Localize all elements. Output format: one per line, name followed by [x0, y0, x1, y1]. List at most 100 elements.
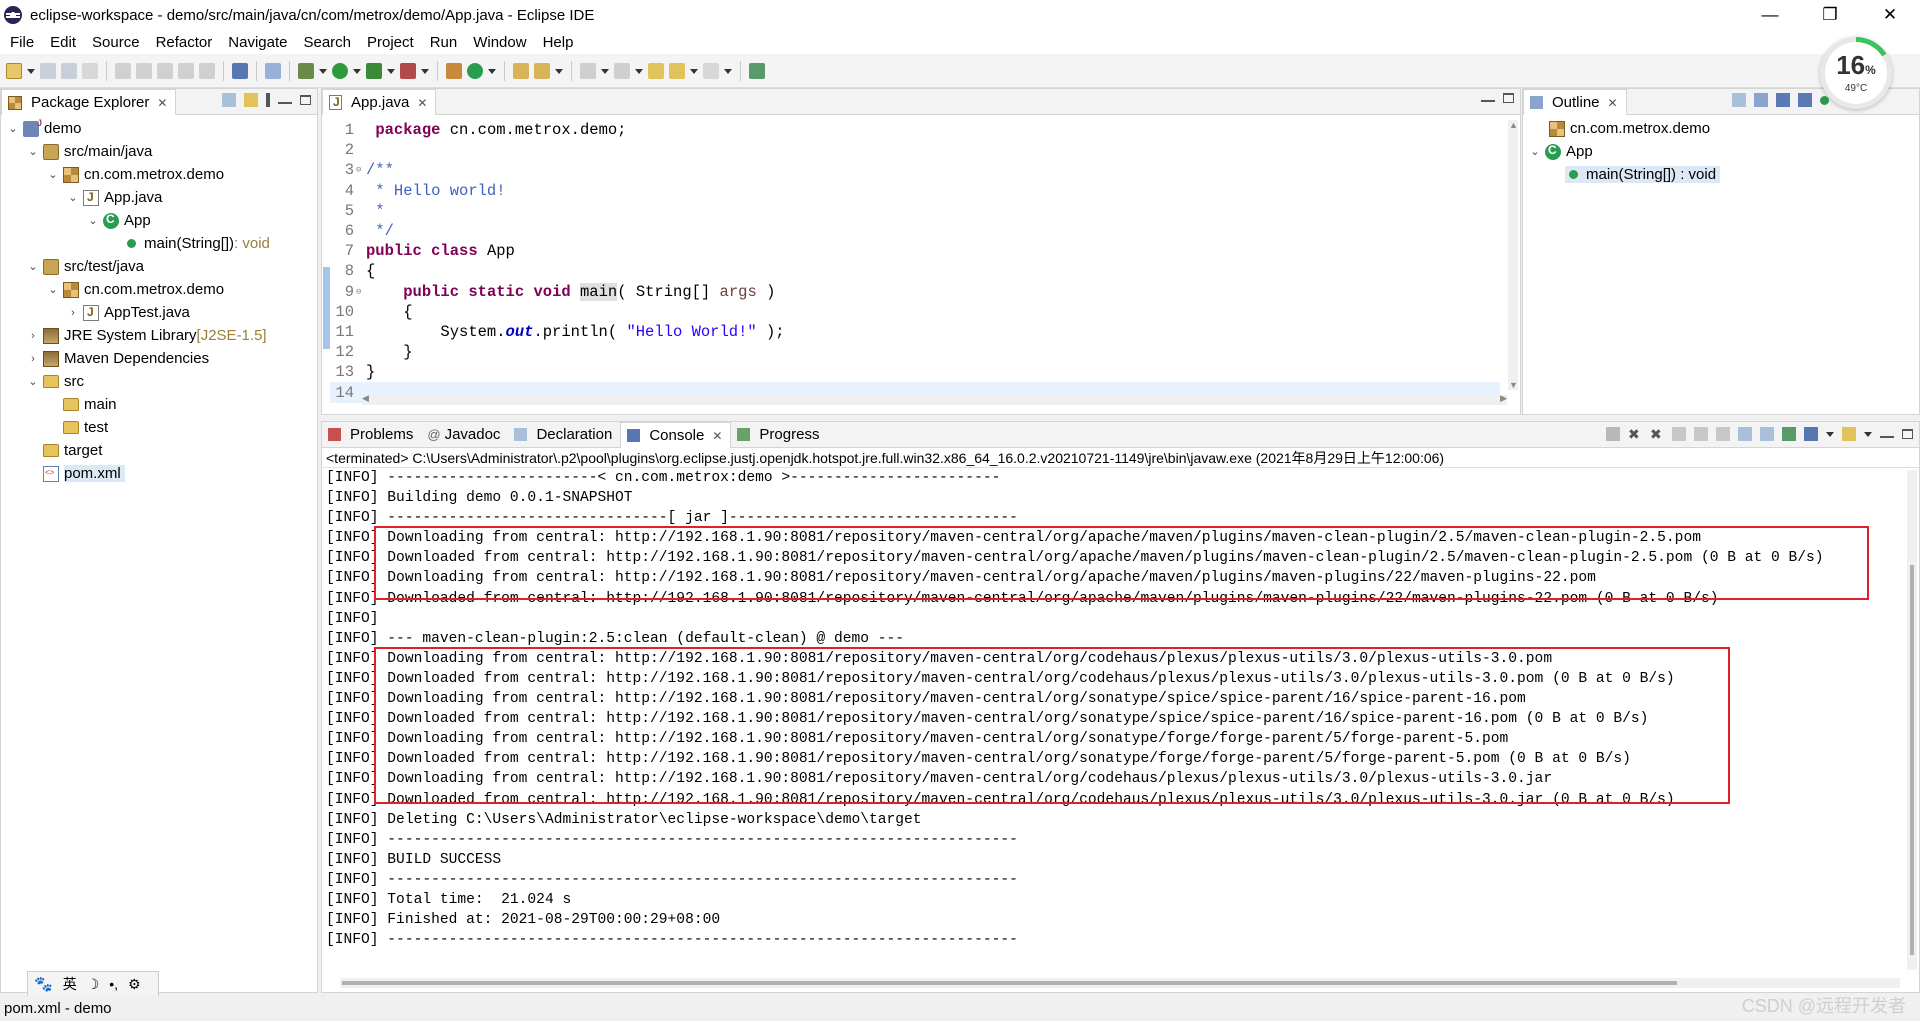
console-hscroll-thumb[interactable]: [342, 981, 1677, 985]
new-icon[interactable]: [6, 62, 22, 79]
restore-button[interactable]: ❐: [1800, 0, 1860, 30]
save-all-icon[interactable]: [61, 62, 77, 79]
back-dropdown-icon[interactable]: [690, 63, 698, 79]
new-dropdown-icon[interactable]: [27, 63, 35, 79]
chevron-right-icon[interactable]: ›: [27, 330, 39, 342]
link-with-editor-icon[interactable]: [244, 93, 258, 107]
console-scroll-thumb[interactable]: [1910, 565, 1914, 955]
chevron-down-icon[interactable]: ⌄: [87, 214, 99, 227]
word-wrap-icon[interactable]: [178, 62, 194, 79]
save-icon[interactable]: [40, 62, 56, 79]
close-icon[interactable]: ✕: [1608, 96, 1618, 110]
tree-item-apptest-java[interactable]: › AppTest.java: [1, 301, 317, 324]
console-output[interactable]: [INFO] ------------------------< cn.com.…: [322, 468, 1919, 950]
show-whitespace-icon[interactable]: [199, 62, 215, 79]
scroll-lock-icon[interactable]: [1694, 427, 1708, 441]
minimize-view-button[interactable]: [278, 96, 292, 104]
menu-source[interactable]: Source: [84, 34, 148, 51]
external-tools-dropdown-icon[interactable]: [421, 63, 429, 79]
fold-collapse-icon[interactable]: ⊖: [356, 287, 366, 297]
tree-item-main-method[interactable]: main(String[]) : void: [1, 232, 317, 255]
menu-file[interactable]: File: [2, 34, 42, 51]
collapse-all-icon[interactable]: [222, 93, 236, 107]
last-edit-location-icon[interactable]: [648, 62, 664, 79]
open-console-icon[interactable]: [1842, 427, 1856, 441]
close-icon[interactable]: ✕: [157, 96, 167, 110]
tab-app-java[interactable]: App.java ✕: [322, 89, 437, 115]
fold-collapse-icon[interactable]: ⊖: [356, 165, 366, 175]
outline-item-app[interactable]: ⌄ App: [1523, 140, 1919, 163]
tree-item-jre-library[interactable]: › JRE System Library [J2SE-1.5]: [1, 324, 317, 347]
editor-vertical-scrollbar[interactable]: ▲ ▼: [1508, 120, 1518, 390]
chevron-right-icon[interactable]: ›: [67, 307, 79, 319]
remove-launch-icon[interactable]: ✖: [1628, 427, 1642, 441]
show-on-stdout-icon[interactable]: [1738, 427, 1752, 441]
console-horizontal-scrollbar[interactable]: [340, 978, 1900, 988]
console-icon[interactable]: [232, 62, 248, 79]
skip-breakpoints-icon[interactable]: [265, 62, 281, 79]
tree-item-main-package[interactable]: ⌄ cn.com.metrox.demo: [1, 163, 317, 186]
forward-dropdown-icon[interactable]: [724, 63, 732, 79]
print-icon[interactable]: [82, 62, 98, 79]
tree-item-app-java[interactable]: ⌄ App.java: [1, 186, 317, 209]
maximize-view-button[interactable]: [1902, 429, 1913, 439]
tab-package-explorer[interactable]: Package Explorer ✕: [1, 89, 177, 115]
sort-icon[interactable]: [1754, 93, 1768, 107]
toggle-mark-icon[interactable]: [115, 62, 131, 79]
external-tools-icon[interactable]: [400, 62, 416, 79]
chevron-right-icon[interactable]: ›: [27, 353, 39, 365]
maximize-editor-button[interactable]: [1503, 93, 1514, 103]
tree-item-src-test-java[interactable]: ⌄ src/test/java: [1, 255, 317, 278]
coverage-icon[interactable]: [366, 62, 382, 79]
ime-toolbar[interactable]: 🐾 英 ☽ •, ⚙: [27, 971, 159, 997]
scroll-up-arrow-icon[interactable]: ▲: [1509, 120, 1518, 130]
next-annotation-icon[interactable]: [580, 62, 596, 79]
chevron-down-icon[interactable]: ⌄: [27, 145, 39, 158]
editor-horizontal-scrollbar[interactable]: ◀ ▶: [362, 393, 1507, 405]
debug-icon[interactable]: [298, 62, 314, 79]
minimize-view-button[interactable]: [1880, 430, 1894, 438]
punctuation-icon[interactable]: •,: [109, 976, 118, 992]
menu-navigate[interactable]: Navigate: [220, 34, 295, 51]
tree-item-test-package[interactable]: ⌄ cn.com.metrox.demo: [1, 278, 317, 301]
next-annotation-dropdown-icon[interactable]: [601, 63, 609, 79]
show-on-stderr-icon[interactable]: [1760, 427, 1774, 441]
outline-item-package[interactable]: cn.com.metrox.demo: [1523, 117, 1919, 140]
menu-search[interactable]: Search: [295, 34, 359, 51]
coverage-dropdown-icon[interactable]: [387, 63, 395, 79]
close-icon[interactable]: ✕: [712, 429, 722, 443]
console-vertical-scrollbar[interactable]: [1907, 470, 1917, 970]
ime-language[interactable]: 英: [63, 974, 77, 994]
pin-editor-icon[interactable]: [749, 62, 765, 79]
chevron-down-icon[interactable]: ⌄: [47, 283, 59, 296]
collapse-all-icon[interactable]: [1732, 93, 1746, 107]
gear-icon[interactable]: ⚙: [128, 976, 141, 993]
display-console-icon[interactable]: [1804, 427, 1818, 441]
tree-item-src-main-java[interactable]: ⌄ src/main/java: [1, 140, 317, 163]
display-console-dropdown-icon[interactable]: [1826, 426, 1834, 442]
chevron-down-icon[interactable]: ⌄: [47, 168, 59, 181]
menu-window[interactable]: Window: [465, 34, 534, 51]
minimize-editor-button[interactable]: [1481, 94, 1495, 102]
code-editor[interactable]: 1 package cn.com.metrox.demo; 2 3 ⊖/** 4 …: [330, 120, 1500, 403]
run-icon[interactable]: [332, 62, 348, 79]
tab-progress[interactable]: Progress: [731, 422, 827, 447]
previous-annotation-dropdown-icon[interactable]: [635, 63, 643, 79]
remove-all-launches-icon[interactable]: ✖: [1650, 427, 1664, 441]
hide-fields-icon[interactable]: [1776, 93, 1790, 107]
menu-run[interactable]: Run: [422, 34, 466, 51]
search-dropdown-icon[interactable]: [555, 63, 563, 79]
minimize-button[interactable]: —: [1740, 0, 1800, 30]
tree-item-demo[interactable]: ⌄ demo: [1, 117, 317, 140]
tree-item-app-class[interactable]: ⌄ App: [1, 209, 317, 232]
open-task-icon[interactable]: [534, 62, 550, 79]
clear-console-icon[interactable]: [1672, 427, 1686, 441]
chevron-down-icon[interactable]: ⌄: [7, 122, 19, 135]
view-menu-icon[interactable]: [266, 93, 270, 107]
tab-outline[interactable]: Outline ✕: [1523, 89, 1627, 115]
menu-refactor[interactable]: Refactor: [148, 34, 221, 51]
open-type-icon[interactable]: [513, 62, 529, 79]
new-class-dropdown-icon[interactable]: [488, 63, 496, 79]
pin-console-icon[interactable]: [1782, 427, 1796, 441]
maximize-view-button[interactable]: [300, 95, 311, 105]
